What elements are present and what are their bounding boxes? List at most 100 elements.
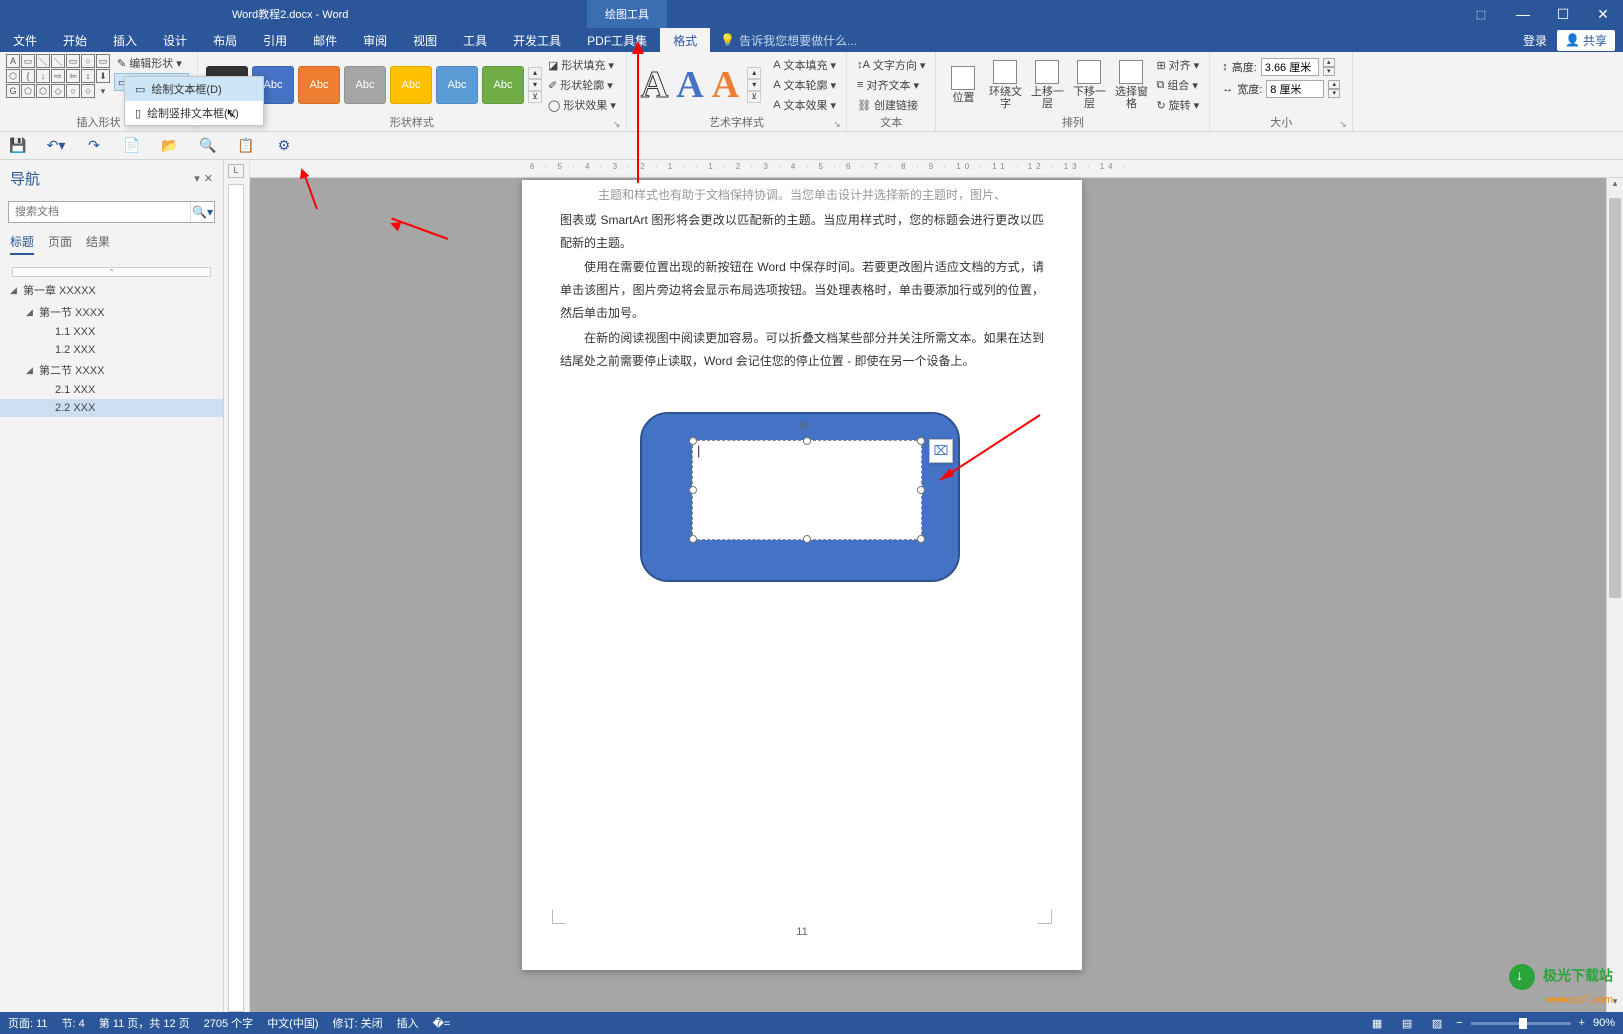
search-button[interactable]: 🔍▾ xyxy=(190,202,214,222)
bring-forward-button[interactable]: 上移一层 xyxy=(1026,54,1068,116)
group-button[interactable]: ⧉组合 ▾ xyxy=(1156,76,1199,94)
resize-handle-n[interactable] xyxy=(803,437,811,445)
expand-icon[interactable]: ◢ xyxy=(26,307,36,318)
zoom-in-button[interactable]: + xyxy=(1579,1017,1585,1029)
status-insert-mode[interactable]: 插入 xyxy=(397,1015,419,1031)
tab-mailings[interactable]: 邮件 xyxy=(300,28,350,52)
scroll-thumb[interactable] xyxy=(1609,198,1621,598)
shape-fill-button[interactable]: ◪形状填充 ▾ xyxy=(548,56,616,74)
open-button[interactable]: 📂 xyxy=(160,136,180,156)
resize-handle-e[interactable] xyxy=(917,486,925,494)
textbox-object[interactable]: ⟳ ⌧ | xyxy=(692,440,922,540)
login-link[interactable]: 登录 xyxy=(1523,32,1547,49)
zoom-slider[interactable] xyxy=(1471,1022,1571,1025)
style-swatch[interactable]: Abc xyxy=(390,66,432,104)
properties-button[interactable]: ⚙ xyxy=(274,136,294,156)
align-button[interactable]: ⊞对齐 ▾ xyxy=(1156,56,1199,74)
tree-item[interactable]: ◢第一章 XXXXX xyxy=(0,279,223,301)
menu-item-draw-vertical-textbox[interactable]: ▯绘制竖排文本框(V) xyxy=(125,101,263,125)
tab-references[interactable]: 引用 xyxy=(250,28,300,52)
tell-me-search[interactable]: 💡 告诉我您想要做什么... xyxy=(710,28,867,52)
vertical-scrollbar[interactable]: ▴ ▾ xyxy=(1606,178,1623,1012)
resize-handle-w[interactable] xyxy=(689,486,697,494)
height-down-button[interactable]: ▾ xyxy=(1323,67,1335,76)
resize-handle-sw[interactable] xyxy=(689,535,697,543)
dialog-launcher-icon[interactable]: ↘ xyxy=(833,119,843,129)
paste-button[interactable]: 📋 xyxy=(236,136,256,156)
edit-shape-button[interactable]: ✎编辑形状 ▾ xyxy=(114,54,189,72)
ribbon-display-options-button[interactable]: ⬚ xyxy=(1469,8,1493,21)
print-preview-button[interactable]: 🔍 xyxy=(198,136,218,156)
tree-item[interactable]: 1.1 XXX xyxy=(0,323,223,341)
contextual-tab-drawing-tools[interactable]: 绘图工具 xyxy=(587,0,667,28)
status-track-changes[interactable]: 修订: 关闭 xyxy=(333,1015,383,1031)
expand-icon[interactable]: ◢ xyxy=(10,285,20,296)
width-input[interactable] xyxy=(1266,80,1324,98)
align-text-button[interactable]: ≡对齐文本 ▾ xyxy=(857,76,925,94)
tree-item[interactable]: ◢第二节 XXXX xyxy=(0,359,223,381)
navtab-headings[interactable]: 标题 xyxy=(10,233,34,255)
selection-pane-button[interactable]: 选择窗格 xyxy=(1110,54,1152,116)
height-up-button[interactable]: ▴ xyxy=(1323,58,1335,67)
text-effects-button[interactable]: A文本效果 ▾ xyxy=(773,96,836,114)
save-button[interactable]: 💾 xyxy=(8,136,28,156)
text-outline-button[interactable]: A文本轮廓 ▾ xyxy=(773,76,836,94)
height-input[interactable] xyxy=(1261,58,1319,76)
close-button[interactable]: ✕ xyxy=(1583,0,1623,28)
gallery-up-button[interactable]: ▴ xyxy=(528,67,542,79)
search-input[interactable] xyxy=(9,202,190,222)
tab-developer[interactable]: 开发工具 xyxy=(500,28,574,52)
minimize-button[interactable]: — xyxy=(1503,0,1543,28)
new-button[interactable]: 📄 xyxy=(122,136,142,156)
rotate-button[interactable]: ↻旋转 ▾ xyxy=(1156,96,1199,114)
resize-handle-s[interactable] xyxy=(803,535,811,543)
tree-item[interactable]: 2.2 XXX xyxy=(0,399,223,417)
tab-review[interactable]: 审阅 xyxy=(350,28,400,52)
view-web-layout-button[interactable]: ▨ xyxy=(1426,1017,1448,1030)
body-text[interactable]: 主题和样式也有助于文档保持协调。当您单击设计并选择新的主题时，图片、 图表或 S… xyxy=(560,180,1044,372)
style-swatch[interactable]: Abc xyxy=(298,66,340,104)
tree-item[interactable]: 1.2 XXX xyxy=(0,341,223,359)
share-button[interactable]: 👤 共享 xyxy=(1557,30,1615,51)
style-swatch[interactable]: Abc xyxy=(436,66,478,104)
shape-gallery[interactable]: A▭＼＼▭○▭ ⬡{↓⇨⇦↕⬇ G⬠⬡◇○☆▾ xyxy=(6,54,110,98)
tab-view[interactable]: 视图 xyxy=(400,28,450,52)
position-button[interactable]: 位置 xyxy=(942,54,984,116)
menu-item-draw-textbox[interactable]: ▭绘制文本框(D) xyxy=(125,77,263,101)
horizontal-ruler[interactable]: 6 · 5 · 4 · 3 · 2 · 1 · · 1 · 2 · 3 · 4 … xyxy=(250,160,1623,178)
navpane-dropdown-icon[interactable]: ▾ xyxy=(194,172,200,185)
status-language[interactable]: 中文(中国) xyxy=(267,1015,318,1031)
navtab-results[interactable]: 结果 xyxy=(86,233,110,255)
navpane-close-button[interactable]: ✕ xyxy=(204,172,213,185)
expand-icon[interactable]: ◢ xyxy=(26,365,36,376)
navpane-search[interactable]: 🔍▾ xyxy=(8,201,215,223)
zoom-thumb[interactable] xyxy=(1519,1018,1527,1029)
dialog-launcher-icon[interactable]: ↘ xyxy=(1339,119,1349,129)
status-page-of[interactable]: 第 11 页，共 12 页 xyxy=(99,1015,190,1031)
gallery-more-button[interactable]: ⊻ xyxy=(747,91,761,103)
zoom-level[interactable]: 90% xyxy=(1593,1017,1615,1029)
wordart-swatch[interactable]: A xyxy=(676,63,703,107)
tab-insert[interactable]: 插入 xyxy=(100,28,150,52)
tab-tools[interactable]: 工具 xyxy=(450,28,500,52)
tab-layout[interactable]: 布局 xyxy=(200,28,250,52)
status-page[interactable]: 页面: 11 xyxy=(8,1015,48,1031)
tree-item[interactable]: 2.1 XXX xyxy=(0,381,223,399)
create-link-button[interactable]: ⛓创建链接 xyxy=(857,96,925,114)
redo-button[interactable]: ↷ xyxy=(84,136,104,156)
tab-design[interactable]: 设计 xyxy=(150,28,200,52)
rotation-handle[interactable]: ⟳ xyxy=(800,419,814,433)
style-swatch[interactable]: Abc xyxy=(344,66,386,104)
scroll-up-button[interactable]: ▴ xyxy=(1607,178,1623,194)
wordart-swatch[interactable]: A xyxy=(712,63,739,107)
send-backward-button[interactable]: 下移一层 xyxy=(1068,54,1110,116)
navtab-pages[interactable]: 页面 xyxy=(48,233,72,255)
style-swatch[interactable]: Abc xyxy=(482,66,524,104)
resize-handle-nw[interactable] xyxy=(689,437,697,445)
gallery-more-button[interactable]: ⊻ xyxy=(528,91,542,103)
resize-handle-ne[interactable] xyxy=(917,437,925,445)
shape-effects-button[interactable]: ◯形状效果 ▾ xyxy=(548,96,616,114)
zoom-out-button[interactable]: − xyxy=(1456,1017,1462,1029)
width-up-button[interactable]: ▴ xyxy=(1328,80,1340,89)
text-direction-button[interactable]: ↕A文字方向 ▾ xyxy=(857,56,925,74)
